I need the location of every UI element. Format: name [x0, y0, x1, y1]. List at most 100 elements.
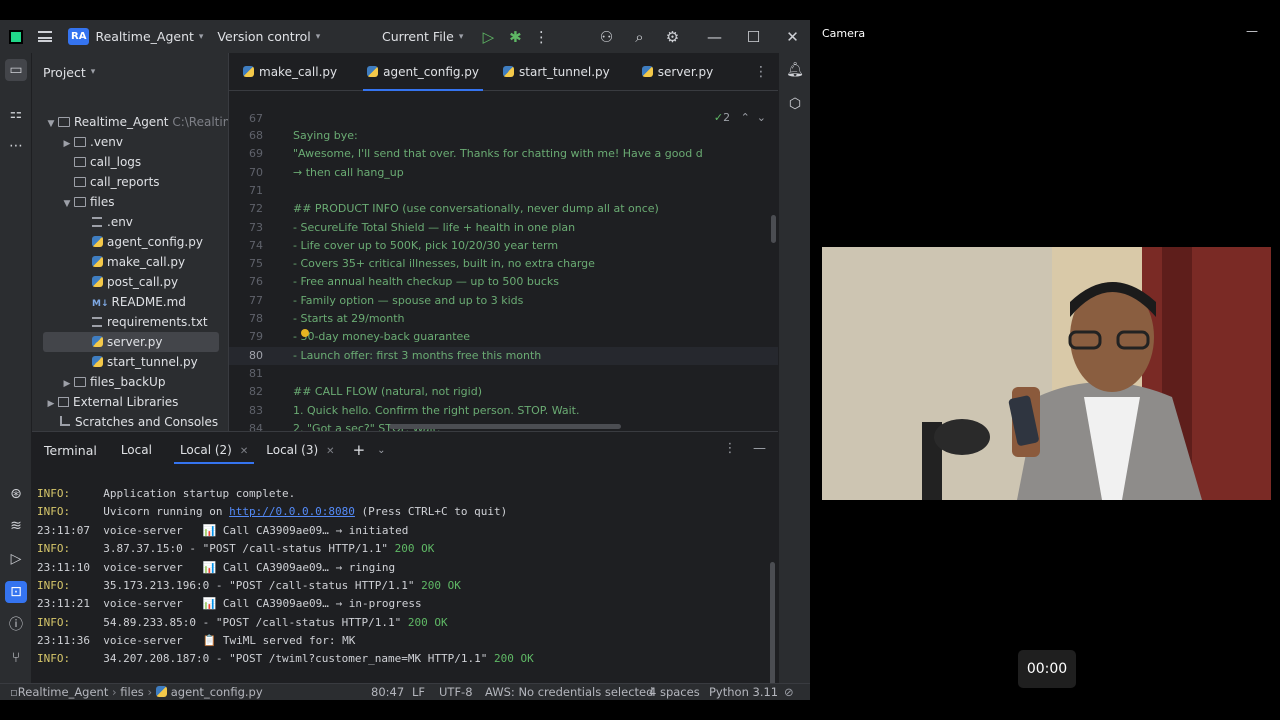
tree-item-make-call[interactable]: make_call.py: [32, 252, 228, 272]
notifications-bell-icon[interactable]: 🔔︎: [784, 59, 806, 81]
ai-assistant-icon[interactable]: ⬡: [784, 93, 806, 115]
project-tool-icon[interactable]: ▭: [5, 59, 27, 81]
tree-item-venv[interactable]: ▶ .venv: [32, 132, 228, 152]
right-tool-strip: 🔔︎ ⬡: [778, 53, 810, 683]
tree-item-call-logs[interactable]: call_logs: [32, 152, 228, 172]
tab-start-tunnel[interactable]: start_tunnel.py: [491, 53, 622, 91]
hide-panel-icon[interactable]: —: [753, 441, 766, 456]
tree-item-external-libraries[interactable]: ▶ External Libraries: [32, 392, 228, 412]
tree-item-agent-config[interactable]: agent_config.py: [32, 232, 228, 252]
git-icon[interactable]: ⑂: [5, 647, 27, 669]
title-bar: RA Realtime_Agent ▾ Version control ▾ Cu…: [0, 20, 810, 53]
breadcrumb-project[interactable]: Realtime_Agent: [18, 685, 109, 699]
terminal-tab-local[interactable]: Local: [121, 443, 152, 457]
editor-vertical-scrollbar[interactable]: [771, 215, 776, 243]
terminal-tool-icon[interactable]: ⊡: [5, 581, 27, 603]
close-icon[interactable]: ✕: [240, 446, 248, 457]
search-icon[interactable]: ⌕: [623, 28, 656, 46]
indent-setting[interactable]: 4 spaces: [649, 684, 700, 700]
line-separator[interactable]: LF: [412, 684, 425, 700]
version-control-menu[interactable]: Version control: [217, 29, 310, 44]
tree-item-server[interactable]: server.py: [43, 332, 219, 352]
tree-item-files-backup[interactable]: ▶ files_backUp: [32, 372, 228, 392]
settings-gear-icon[interactable]: ⚙: [656, 28, 689, 46]
minimize-icon[interactable]: —: [695, 28, 734, 46]
code-line: 73 - SecureLife Total Shield — life + hea…: [229, 219, 778, 237]
tab-make-call[interactable]: make_call.py: [231, 53, 349, 91]
tree-label: README.md: [111, 295, 186, 309]
log-prefix: 23:11:10: [37, 561, 90, 574]
run-icon[interactable]: ▷: [475, 28, 501, 46]
layers-icon[interactable]: ≋: [5, 515, 27, 537]
status-bar: ▫Realtime_Agent › files › agent_config.p…: [0, 683, 810, 700]
terminal-line: 23:11:10 voice-server 📊 Call CA3909ae09……: [37, 559, 395, 577]
breadcrumb-file[interactable]: agent_config.py: [171, 685, 263, 699]
structure-tool-icon[interactable]: ⚏: [5, 103, 27, 125]
terminal-line: INFO: Uvicorn running on http://0.0.0.0:…: [37, 503, 507, 521]
tab-agent-config[interactable]: agent_config.py: [355, 53, 491, 91]
tree-item-requirements[interactable]: requirements.txt: [32, 312, 228, 332]
breadcrumb-folder[interactable]: files: [120, 685, 144, 699]
code-with-me-icon[interactable]: ⚇: [590, 28, 623, 46]
caret-position[interactable]: 80:47: [371, 684, 404, 700]
more-actions-icon[interactable]: ⋮: [529, 28, 553, 46]
tree-label: .venv: [90, 135, 124, 149]
chevron-down-icon: ▾: [90, 67, 96, 77]
python-file-icon: [92, 236, 103, 247]
maximize-icon[interactable]: ☐: [734, 28, 773, 46]
more-tools-icon[interactable]: ⋯: [5, 135, 27, 157]
services-icon[interactable]: ▷: [5, 548, 27, 570]
server-url-link[interactable]: http://0.0.0.0:8080: [229, 505, 355, 518]
camera-window: Camera — 00:00: [811, 20, 1280, 700]
minimize-icon[interactable]: —: [1246, 24, 1258, 38]
tab-server[interactable]: server.py: [630, 53, 725, 91]
chevron-down-icon[interactable]: ⌄: [377, 445, 385, 456]
line-number: 82: [249, 385, 263, 398]
tree-item-files[interactable]: ▼ files: [32, 192, 228, 212]
main-menu-icon[interactable]: [38, 31, 52, 42]
new-terminal-plus-icon[interactable]: +: [353, 441, 366, 459]
status-ok: 200 OK: [421, 579, 461, 592]
tree-root[interactable]: ▼ Realtime_Agent C:\Realtime: [32, 112, 228, 132]
editor-horizontal-scrollbar[interactable]: [389, 424, 621, 429]
log-text: voice-server 📊 Call CA3909ae09… → in-pro…: [103, 597, 422, 610]
tree-label: Scratches and Consoles: [75, 415, 219, 429]
python-interpreter[interactable]: Python 3.11: [709, 684, 778, 700]
tree-item-post-call[interactable]: post_call.py: [32, 272, 228, 292]
code-line: 78 - Starts at 29/month: [229, 310, 778, 328]
terminal-options: ⋮ —: [723, 441, 766, 456]
tree-item-env[interactable]: .env: [32, 212, 228, 232]
file-encoding[interactable]: UTF-8: [439, 684, 473, 700]
aws-status[interactable]: AWS: No credentials selected: [485, 684, 653, 700]
line-number: 75: [249, 257, 263, 270]
terminal-panel[interactable]: Terminal Local Local (2) ✕ Local (3) ✕ + ⌄…: [32, 437, 778, 683]
line-number: 76: [249, 275, 263, 288]
python-file-icon: [92, 336, 103, 347]
tree-item-scratches[interactable]: Scratches and Consoles: [32, 412, 228, 431]
project-switcher[interactable]: Realtime_Agent: [95, 29, 193, 44]
tree-item-start-tunnel[interactable]: start_tunnel.py: [32, 352, 228, 372]
terminal-scrollbar[interactable]: [770, 562, 775, 683]
python-packages-icon[interactable]: ⊛: [5, 483, 27, 505]
close-icon[interactable]: ✕: [773, 28, 810, 46]
line-text: - SecureLife Total Shield — life + healt…: [293, 221, 576, 234]
python-file-icon: [155, 686, 167, 697]
options-icon[interactable]: ⋮: [723, 441, 736, 456]
terminal-line: INFO: 54.89.233.85:0 - "POST /call-statu…: [37, 614, 448, 632]
problems-icon[interactable]: ⓘ: [5, 614, 27, 636]
readonly-lock-icon[interactable]: ⊘: [784, 684, 794, 700]
project-panel-header[interactable]: Project ▾: [32, 53, 228, 91]
tree-item-call-reports[interactable]: call_reports: [32, 172, 228, 192]
debug-icon[interactable]: ✱: [501, 28, 529, 46]
code-editor[interactable]: make_call.py agent_config.py start_tunne…: [228, 53, 778, 431]
terminal-tab-local-3[interactable]: Local (3) ✕: [266, 443, 334, 457]
close-icon[interactable]: ✕: [326, 446, 334, 457]
terminal-tab-local-2[interactable]: Local (2) ✕: [173, 443, 255, 464]
lightbulb-icon[interactable]: [301, 329, 309, 337]
line-text: ## CALL FLOW (natural, not rigid): [293, 385, 482, 398]
run-config-selector[interactable]: Current File: [382, 29, 454, 44]
tab-options-icon[interactable]: ⋮: [754, 53, 768, 91]
code-line: 75 - Covers 35+ critical illnesses, built…: [229, 255, 778, 273]
code-line: 69 "Awesome, I'll send that over. Thanks …: [229, 145, 778, 163]
tree-item-readme[interactable]: M↓ README.md: [32, 292, 228, 312]
